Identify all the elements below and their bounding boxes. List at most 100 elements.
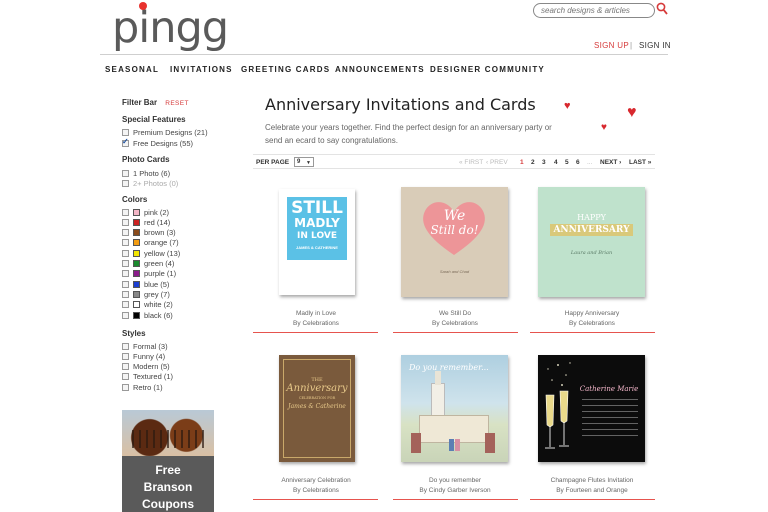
card-art-text: HAPPY	[577, 213, 606, 222]
checkbox[interactable]	[122, 249, 129, 257]
card-author: By Celebrations	[569, 320, 615, 327]
checkbox-checked[interactable]	[122, 137, 129, 147]
card-image-we-still-do[interactable]: We Still do! Sarah and Chad	[401, 187, 508, 297]
checkbox-disabled	[122, 179, 129, 187]
page-1-link[interactable]: 1	[520, 159, 524, 166]
filter-style-textured[interactable]: Textured (1)	[122, 371, 173, 381]
checkbox[interactable]	[122, 311, 129, 319]
card-title-link[interactable]: Anniversary Celebration	[251, 476, 381, 486]
filter-color-red[interactable]: red (14)	[122, 217, 170, 227]
filter-label: green (4)	[144, 259, 175, 268]
card-art-text: MADLY	[294, 216, 340, 230]
styles-heading: Styles	[122, 329, 146, 338]
page-6-link[interactable]: 6	[576, 159, 580, 166]
filter-color-white[interactable]: white (2)	[122, 300, 173, 310]
filter-color-blue[interactable]: blue (5)	[122, 279, 169, 289]
checkbox[interactable]	[122, 169, 129, 177]
checkbox[interactable]	[122, 362, 129, 370]
filter-label: brown (3)	[144, 228, 176, 238]
heart-icon: ♥	[627, 104, 637, 121]
checkbox[interactable]	[122, 290, 129, 298]
color-swatch	[133, 311, 140, 319]
per-page-value: 9	[297, 159, 301, 165]
prev-page-link: ‹ PREV	[486, 159, 508, 166]
card-title-link[interactable]: Madly in Love	[251, 309, 381, 319]
card-art-text: Anniversary	[286, 383, 348, 394]
checkbox[interactable]	[122, 372, 129, 380]
filter-free-designs[interactable]: Free Designs (55)	[122, 137, 193, 148]
card-art-text: Do you remember...	[409, 363, 489, 372]
page-5-link[interactable]: 5	[565, 159, 569, 166]
reset-filters-link[interactable]: RESET	[165, 100, 189, 107]
filter-color-yellow[interactable]: yellow (13)	[122, 248, 180, 258]
filter-color-pink[interactable]: pink (2)	[122, 207, 169, 217]
chevron-down-icon: ▼	[306, 160, 311, 166]
nav-item-announcements[interactable]: ANNOUNCEMENTS	[335, 65, 425, 74]
card-art-text: STILL	[291, 198, 343, 218]
next-page-link[interactable]: NEXT ›	[600, 159, 621, 166]
filter-color-orange[interactable]: orange (7)	[122, 238, 179, 248]
filter-premium-designs[interactable]: Premium Designs (21)	[122, 127, 208, 137]
filter-color-black[interactable]: black (6)	[122, 310, 173, 320]
ad-line-3: Coupons	[142, 497, 194, 511]
filter-style-funny[interactable]: Funny (4)	[122, 351, 165, 361]
per-page-select[interactable]: 9 ▼	[294, 157, 314, 167]
checkbox[interactable]	[122, 218, 129, 226]
filter-color-grey[interactable]: grey (7)	[122, 289, 170, 299]
checkbox[interactable]	[122, 383, 129, 391]
color-swatch	[133, 239, 140, 247]
checkbox[interactable]	[122, 229, 129, 237]
search-icon[interactable]	[656, 2, 668, 15]
checkbox[interactable]	[122, 270, 129, 278]
checkbox[interactable]	[122, 280, 129, 288]
filter-style-retro[interactable]: Retro (1)	[122, 382, 163, 392]
filter-color-green[interactable]: green (4)	[122, 259, 174, 269]
card-divider	[253, 499, 378, 500]
card-title-link[interactable]: Happy Anniversary	[527, 309, 657, 319]
card-image-champagne-flutes[interactable]: Catherine Marie	[538, 355, 645, 462]
card-title-link[interactable]: We Still Do	[390, 309, 520, 319]
branson-coupons-ad[interactable]: Free Branson Coupons	[122, 410, 214, 512]
search-input[interactable]	[533, 3, 655, 18]
checkbox[interactable]	[122, 260, 129, 267]
nav-item-greeting-cards[interactable]: GREETING CARDS	[241, 65, 330, 74]
card-artwork: STILL MADLY IN LOVE JAMES & CATHERINE	[287, 197, 347, 260]
checkbox[interactable]	[122, 342, 129, 350]
checkbox[interactable]	[122, 128, 129, 136]
last-page-link[interactable]: LAST »	[629, 159, 651, 166]
filter-bar-title: Filter Bar	[122, 98, 158, 107]
colors-heading: Colors	[122, 195, 148, 204]
nav-item-designer-community[interactable]: DESIGNER COMMUNITY	[430, 65, 545, 74]
checkbox[interactable]	[122, 239, 129, 247]
checkbox[interactable]	[122, 301, 129, 309]
header-separator: |	[630, 41, 633, 50]
nav-item-seasonal[interactable]: SEASONAL	[105, 65, 159, 74]
card-image-happy-anniversary[interactable]: HAPPY ANNIVERSARY Laura and Brian	[538, 187, 645, 297]
site-logo[interactable]: pingg	[112, 6, 229, 50]
card-image-anniversary-celebration[interactable]: THE Anniversary CELEBRATION FOR James & …	[279, 355, 355, 462]
filter-label: Formal (3)	[133, 341, 168, 351]
sign-in-link[interactable]: SIGN IN	[639, 41, 671, 50]
page-title: Anniversary Invitations and Cards	[265, 95, 536, 114]
card-title-link[interactable]: Champagne Flutes Invitation	[527, 476, 657, 486]
checkbox[interactable]	[122, 208, 129, 216]
page-3-link[interactable]: 3	[542, 159, 546, 166]
color-swatch	[133, 208, 140, 216]
filter-2-photos: 2+ Photos (0)	[122, 178, 178, 188]
card-art-text: CELEBRATION FOR	[298, 396, 336, 400]
card-art-text: JAMES & CATHERINE	[296, 245, 338, 250]
page-4-link[interactable]: 4	[554, 159, 558, 166]
filter-label: Retro (1)	[133, 382, 163, 392]
nav-item-invitations[interactable]: INVITATIONS	[170, 65, 233, 74]
card-image-do-you-remember[interactable]: Do you remember...	[401, 355, 508, 462]
card-image-madly-in-love[interactable]: STILL MADLY IN LOVE JAMES & CATHERINE	[279, 189, 355, 295]
card-title-link[interactable]: Do you remember	[390, 476, 520, 486]
filter-1-photo[interactable]: 1 Photo (6)	[122, 168, 170, 178]
sign-up-link[interactable]: SIGN UP	[594, 41, 629, 50]
filter-style-formal[interactable]: Formal (3)	[122, 341, 168, 351]
checkbox[interactable]	[122, 352, 129, 360]
filter-color-purple[interactable]: purple (1)	[122, 269, 176, 279]
page-2-link[interactable]: 2	[531, 159, 535, 166]
filter-style-modern[interactable]: Modern (5)	[122, 361, 170, 371]
filter-color-brown[interactable]: brown (3)	[122, 228, 176, 238]
